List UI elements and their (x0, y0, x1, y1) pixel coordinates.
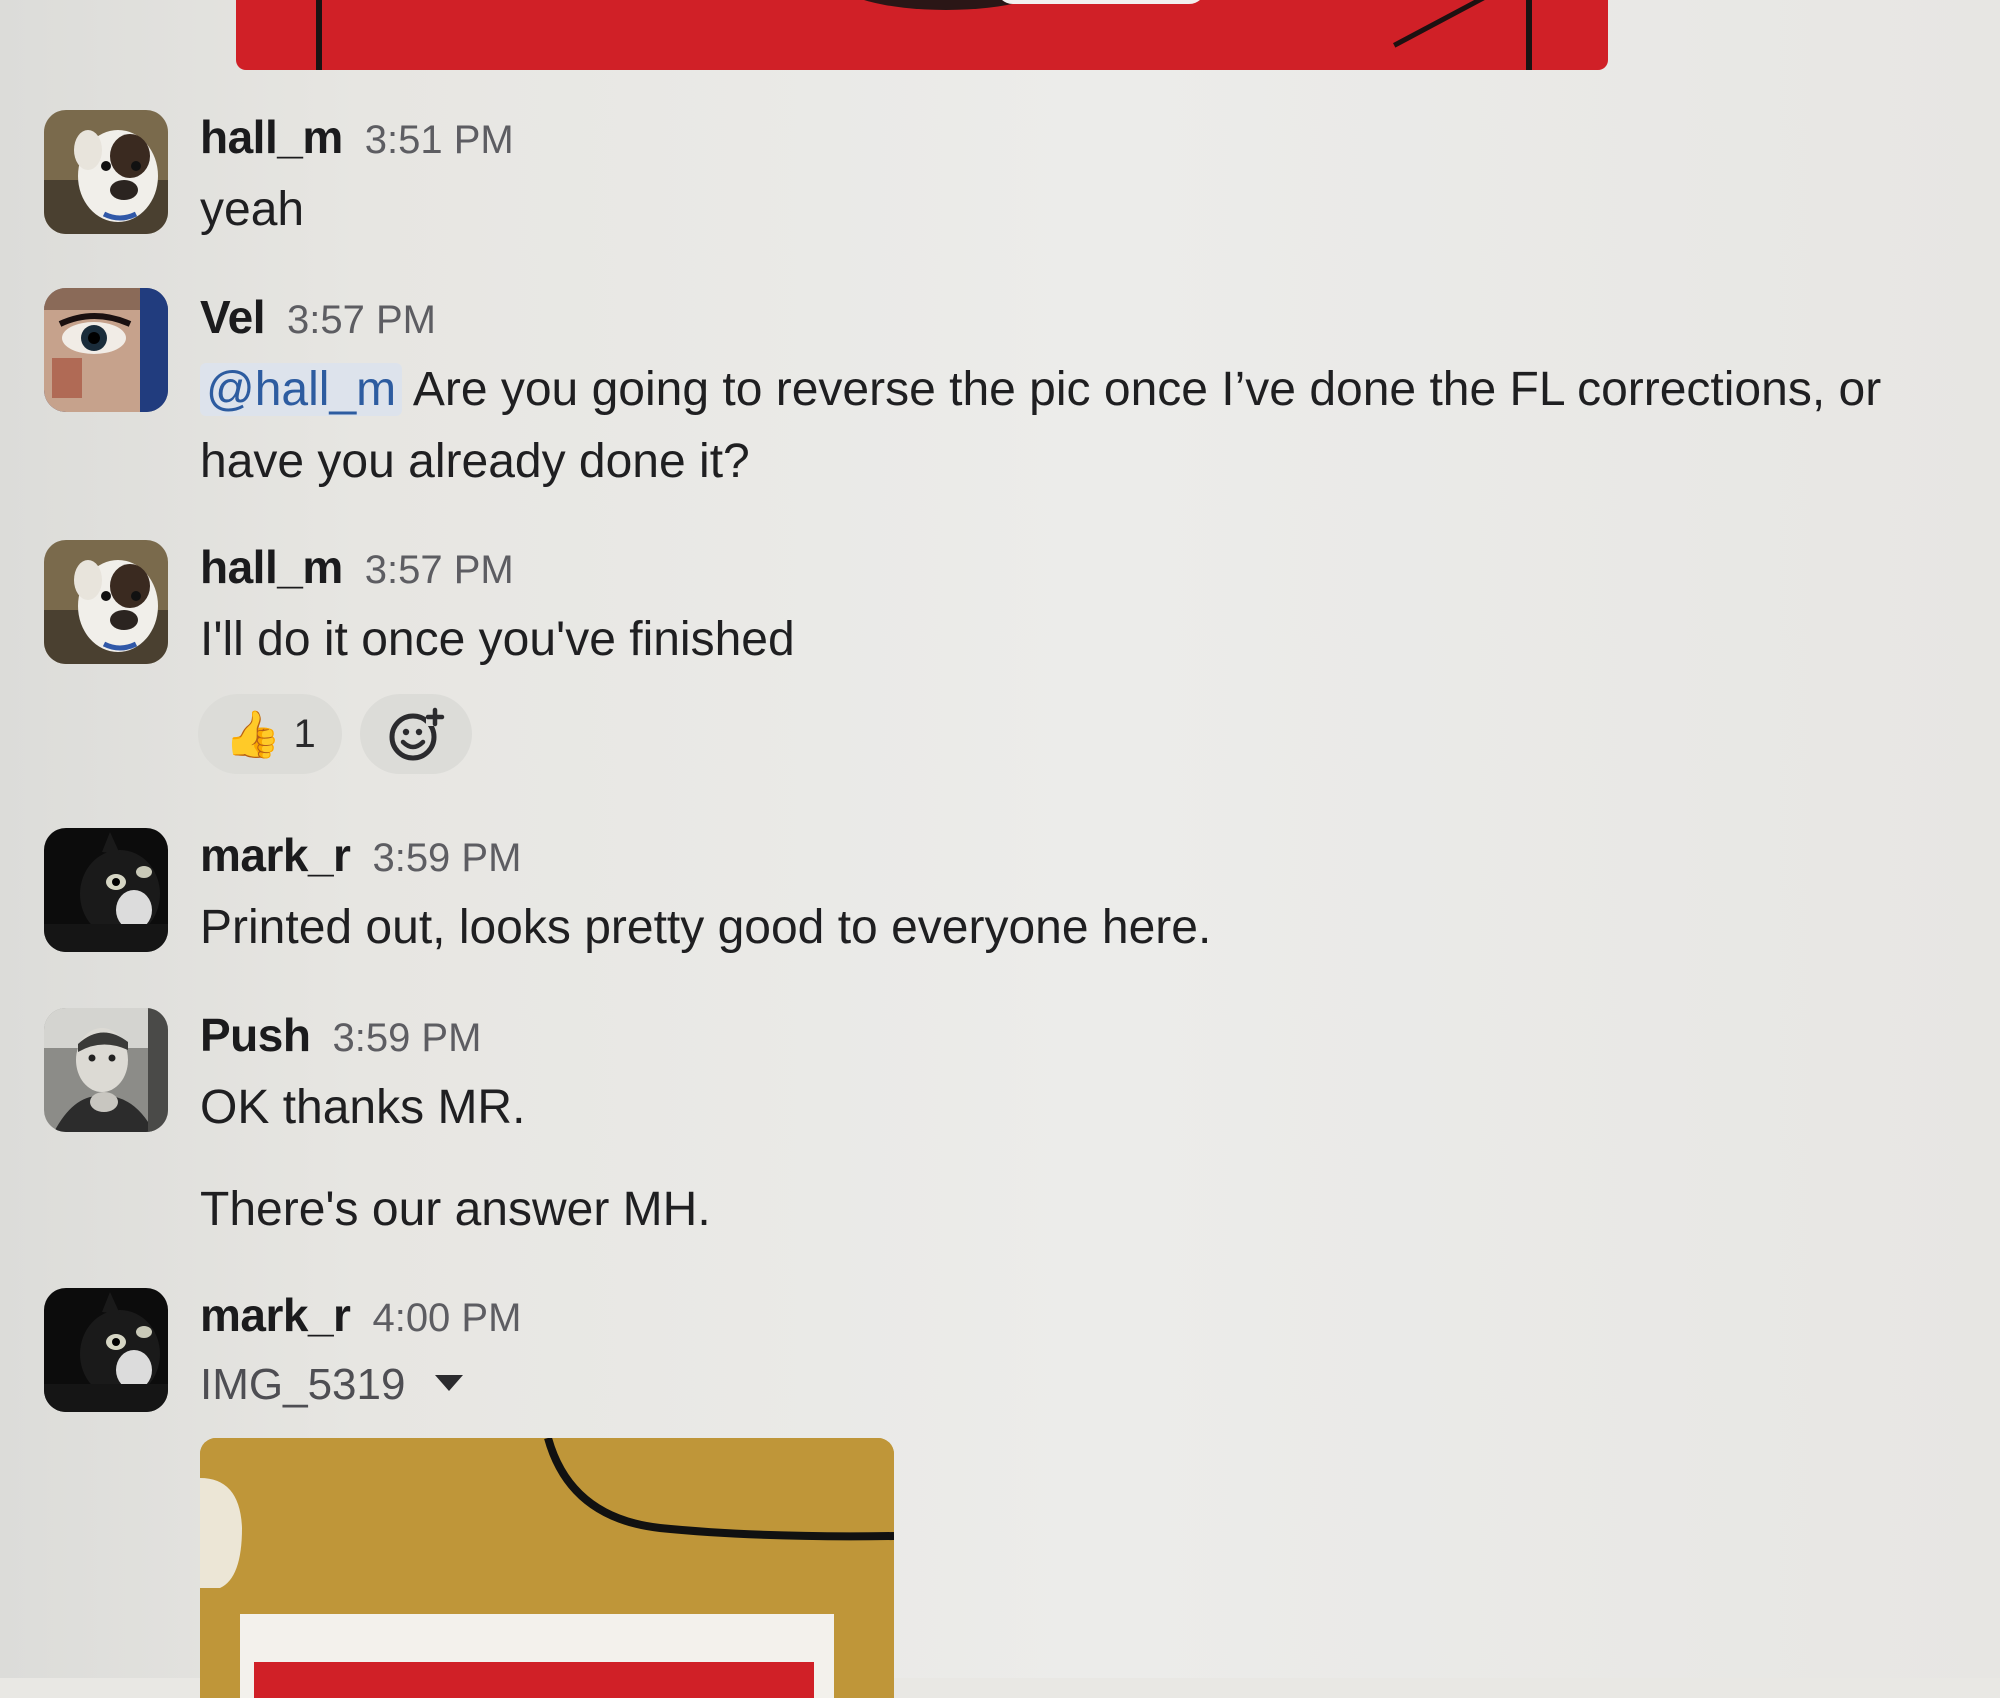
username[interactable]: Push (200, 1009, 311, 1061)
reaction-thumbs-up[interactable]: 👍 1 (198, 694, 342, 774)
message-mark-r-359[interactable]: mark_r 3:59 PM Printed out, looks pretty … (44, 826, 1974, 966)
username[interactable]: hall_m (200, 111, 343, 163)
username[interactable]: mark_r (200, 1289, 351, 1341)
avatar[interactable] (44, 1008, 168, 1132)
user-mention[interactable]: @hall_m (200, 363, 403, 416)
message-mark-r-400[interactable]: mark_r 4:00 PM IMG_5319 (44, 1286, 1974, 1426)
timestamp[interactable]: 3:51 PM (365, 118, 514, 162)
message-push-359[interactable]: Push 3:59 PM OK thanks MR. There's our an… (44, 1006, 1974, 1246)
message-text: yeah (200, 183, 305, 236)
add-reaction-button[interactable] (360, 694, 472, 774)
thumbs-up-emoji-icon: 👍 (224, 708, 282, 760)
message-vel-357[interactable]: Vel 3:57 PM @hall_m Are you going to reve… (44, 288, 1974, 508)
image-attachment-preview[interactable] (200, 1438, 894, 1698)
message-text: I'll do it once you've finished (200, 613, 795, 666)
avatar[interactable] (44, 540, 168, 664)
message-text-line-1: OK thanks MR. (200, 1081, 526, 1134)
message-text-line-1: @hall_m Are you going to reverse the pic… (200, 354, 1881, 426)
avatar[interactable] (44, 1288, 168, 1412)
username[interactable]: mark_r (200, 829, 351, 881)
timestamp[interactable]: 4:00 PM (372, 1296, 521, 1340)
reaction-count: 1 (293, 711, 316, 756)
timestamp[interactable]: 3:59 PM (332, 1016, 481, 1060)
avatar[interactable] (44, 288, 168, 412)
timestamp[interactable]: 3:57 PM (365, 548, 514, 592)
avatar[interactable] (44, 828, 168, 952)
message-text: Printed out, looks pretty good to everyo… (200, 901, 1212, 954)
file-name-toggle[interactable]: IMG_5319 (200, 1360, 464, 1410)
message-text-line-2: There's our answer MH. (200, 1183, 711, 1236)
message-hall-m-357[interactable]: hall_m 3:57 PM I'll do it once you've fin… (44, 538, 1974, 778)
file-name: IMG_5319 (200, 1360, 406, 1409)
message-text-line-2: have you already done it? (200, 435, 750, 488)
avatar[interactable] (44, 110, 168, 234)
message-hall-m-351[interactable]: hall_m 3:51 PM yeah (44, 108, 1974, 248)
username[interactable]: Vel (200, 291, 266, 343)
timestamp[interactable]: 3:57 PM (287, 298, 436, 342)
add-reaction-icon (389, 707, 445, 761)
timestamp[interactable]: 3:59 PM (372, 836, 521, 880)
image-attachment-preview[interactable] (236, 0, 1608, 70)
username[interactable]: hall_m (200, 541, 343, 593)
chat-pane: hall_m 3:51 PM yeah Vel 3:57 PM @hall_m Ar… (0, 0, 2000, 1698)
caret-down-icon[interactable] (435, 1375, 464, 1392)
